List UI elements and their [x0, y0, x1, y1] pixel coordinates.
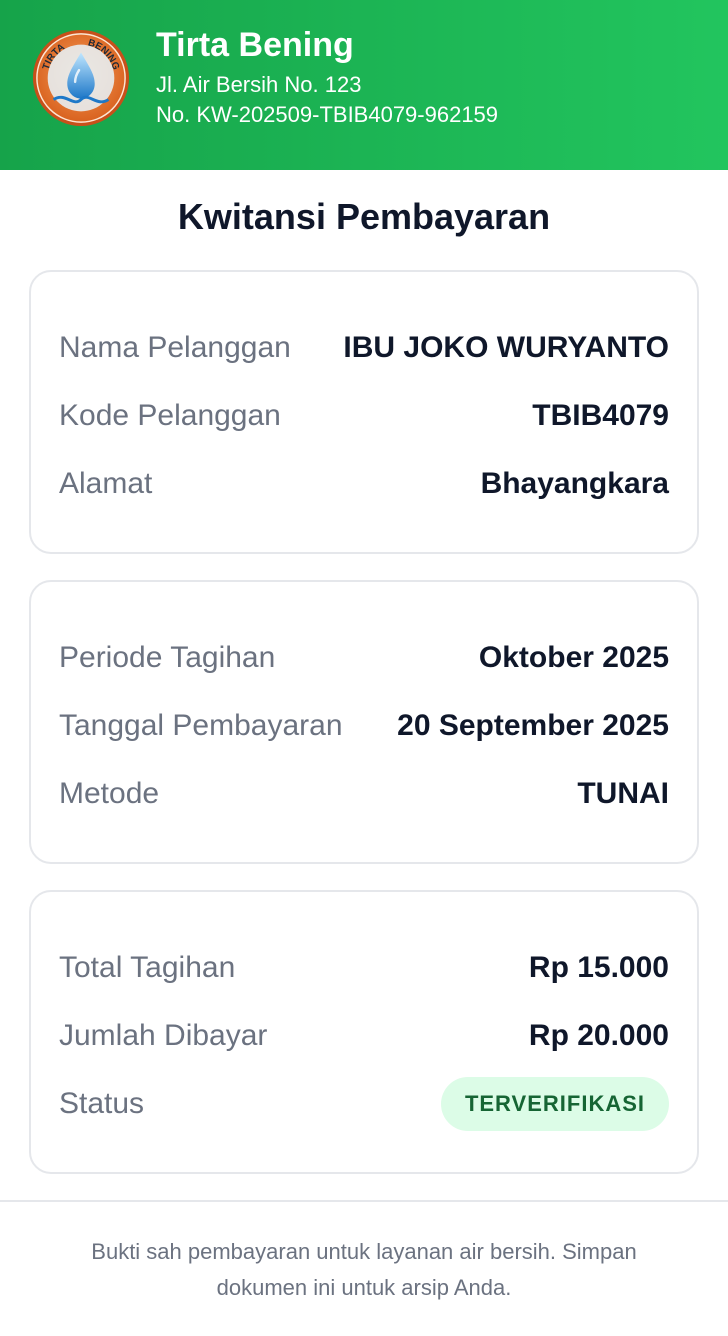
customer-address-value: Bhayangkara: [480, 467, 669, 500]
payment-method-row: Metode TUNAI: [59, 760, 669, 828]
customer-address-row: Alamat Bhayangkara: [59, 450, 669, 518]
customer-code-row: Kode Pelanggan TBIB4079: [59, 382, 669, 450]
brand-name: Tirta Bening: [156, 26, 354, 64]
payment-date-row: Tanggal Pembayaran 20 September 2025: [59, 692, 669, 760]
water-drop-logo-icon: TIRTA BENING: [32, 29, 130, 127]
customer-name-row: Nama Pelanggan IBU JOKO WURYANTO: [59, 314, 669, 382]
page-title: Kwitansi Pembayaran: [177, 196, 551, 237]
status-label: Status: [59, 1087, 145, 1120]
header: TIRTA BENING Tirta Bening Jl. Air Bersih…: [0, 0, 728, 170]
amount-paid-label: Jumlah Dibayar: [59, 1019, 268, 1052]
payment-method-label: Metode: [59, 777, 160, 810]
footer-note: Bukti sah pembayaran untuk layanan air b…: [91, 1239, 637, 1300]
customer-code-value: TBIB4079: [532, 399, 669, 432]
billing-card: Periode Tagihan Oktober 2025 Tanggal Pem…: [29, 580, 699, 864]
status-row: Status TERVERIFIKASI: [59, 1070, 669, 1138]
payment-date-label: Tanggal Pembayaran: [59, 709, 343, 742]
customer-code-label: Kode Pelanggan: [59, 399, 281, 432]
total-bill-row: Total Tagihan Rp 15.000: [59, 934, 669, 1002]
brand-block: Tirta Bening Jl. Air Bersih No. 123 No. …: [156, 26, 498, 130]
billing-period-label: Periode Tagihan: [59, 641, 276, 674]
receipt-number: No. KW-202509-TBIB4079-962159: [156, 102, 499, 127]
total-bill-label: Total Tagihan: [59, 951, 236, 984]
customer-name-value: IBU JOKO WURYANTO: [343, 331, 669, 364]
payment-card: Total Tagihan Rp 15.000 Jumlah Dibayar R…: [29, 890, 699, 1174]
billing-period-value: Oktober 2025: [478, 641, 669, 674]
amount-paid-row: Jumlah Dibayar Rp 20.000: [59, 1002, 669, 1070]
status-badge: TERVERIFIKASI: [440, 1077, 669, 1131]
total-bill-value: Rp 15.000: [528, 951, 669, 984]
customer-name-label: Nama Pelanggan: [59, 331, 291, 364]
payment-date-value: 20 September 2025: [397, 709, 669, 742]
billing-period-row: Periode Tagihan Oktober 2025: [59, 624, 669, 692]
customer-address-label: Alamat: [59, 467, 153, 500]
brand-address: Jl. Air Bersih No. 123: [156, 72, 362, 97]
amount-paid-value: Rp 20.000: [528, 1019, 669, 1052]
payment-method-value: TUNAI: [577, 777, 669, 810]
customer-card: Nama Pelanggan IBU JOKO WURYANTO Kode Pe…: [29, 270, 699, 554]
